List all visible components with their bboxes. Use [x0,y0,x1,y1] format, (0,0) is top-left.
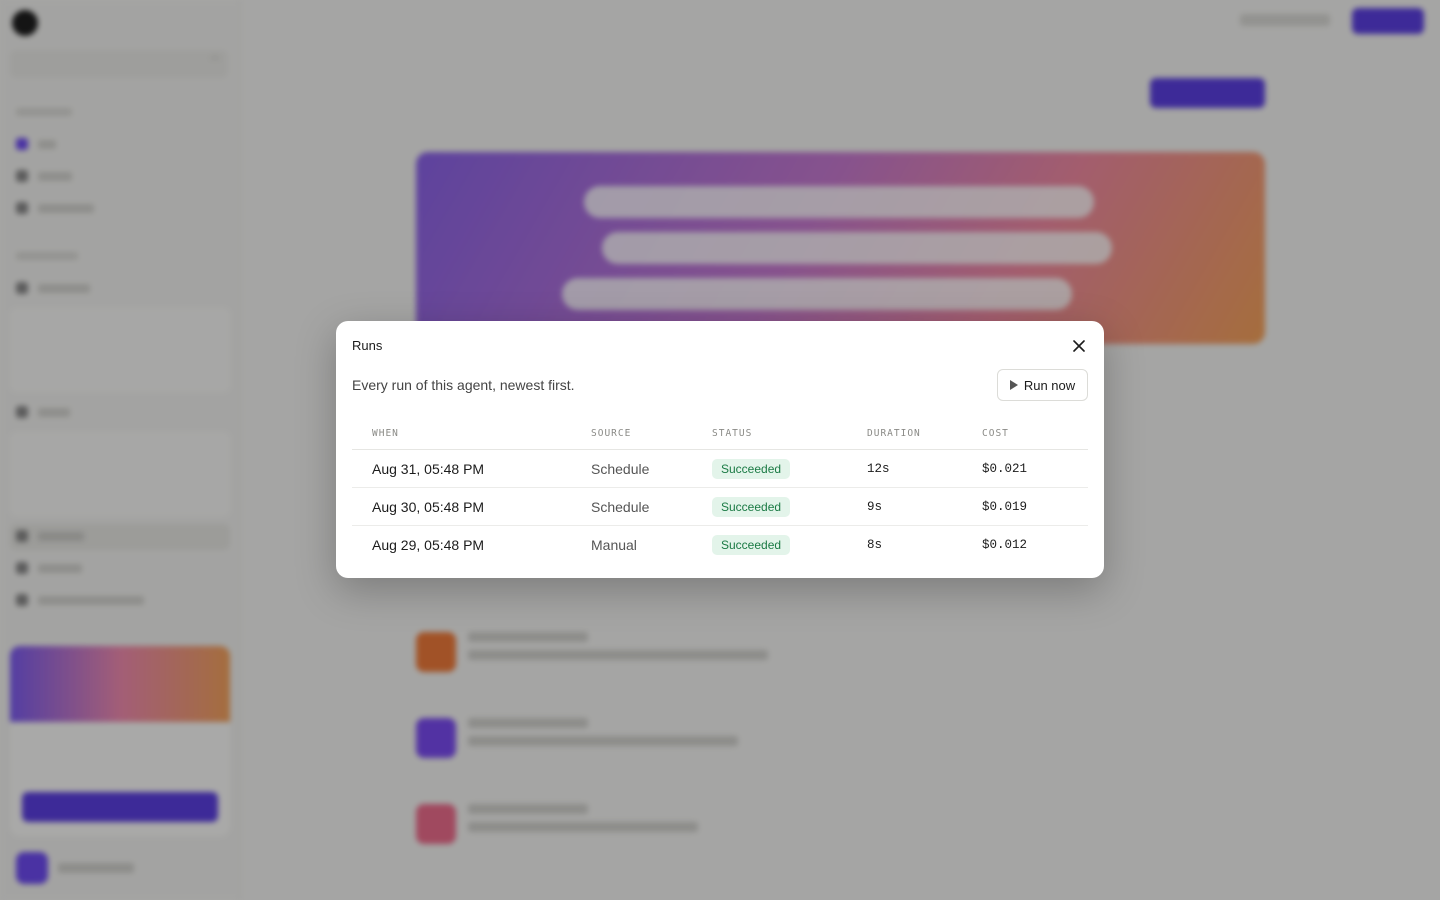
run-duration: 12s [867,462,890,476]
status-badge: Succeeded [712,459,791,479]
column-header-duration: DURATION [867,428,921,439]
table-row[interactable]: Aug 29, 05:48 PM Manual Succeeded 8s $0.… [352,526,1088,564]
status-badge: Succeeded [712,535,791,555]
table-row[interactable]: Aug 31, 05:48 PM Schedule Succeeded 12s … [352,450,1088,488]
run-when: Aug 31, 05:48 PM [372,461,485,477]
run-duration: 8s [867,538,883,552]
run-source: Manual [591,537,637,553]
play-icon [1009,380,1018,390]
run-now-button[interactable]: Run now [997,369,1088,401]
run-source: Schedule [591,499,650,515]
run-source: Schedule [591,461,650,477]
column-header-source: SOURCE [591,428,632,439]
run-when: Aug 29, 05:48 PM [372,537,485,553]
dialog-description: Every run of this agent, newest first. [352,377,575,393]
runs-table: WHEN SOURCE STATUS DURATION COST Aug 31,… [352,419,1088,564]
status-badge-cell: Succeeded [712,497,791,517]
dialog-title: Runs [352,338,383,353]
column-header-when: WHEN [372,428,399,439]
status-badge-cell: Succeeded [712,459,791,479]
run-cost: $0.012 [982,538,1028,552]
run-now-label: Run now [1023,377,1076,393]
run-duration: 9s [867,500,883,514]
status-badge: Succeeded [712,497,791,517]
run-cost: $0.019 [982,500,1028,514]
runs-dialog: Runs Every run of this agent, newest fir… [336,321,1104,578]
table-header: WHEN SOURCE STATUS DURATION COST [352,419,1088,450]
run-when: Aug 30, 05:48 PM [372,499,485,515]
status-badge-cell: Succeeded [712,535,791,555]
run-cost: $0.021 [982,462,1028,476]
close-button[interactable] [1070,337,1088,355]
column-header-cost: COST [982,428,1009,439]
table-row[interactable]: Aug 30, 05:48 PM Schedule Succeeded 9s $… [352,488,1088,526]
close-icon [1073,340,1085,352]
column-header-status: STATUS [712,428,753,439]
